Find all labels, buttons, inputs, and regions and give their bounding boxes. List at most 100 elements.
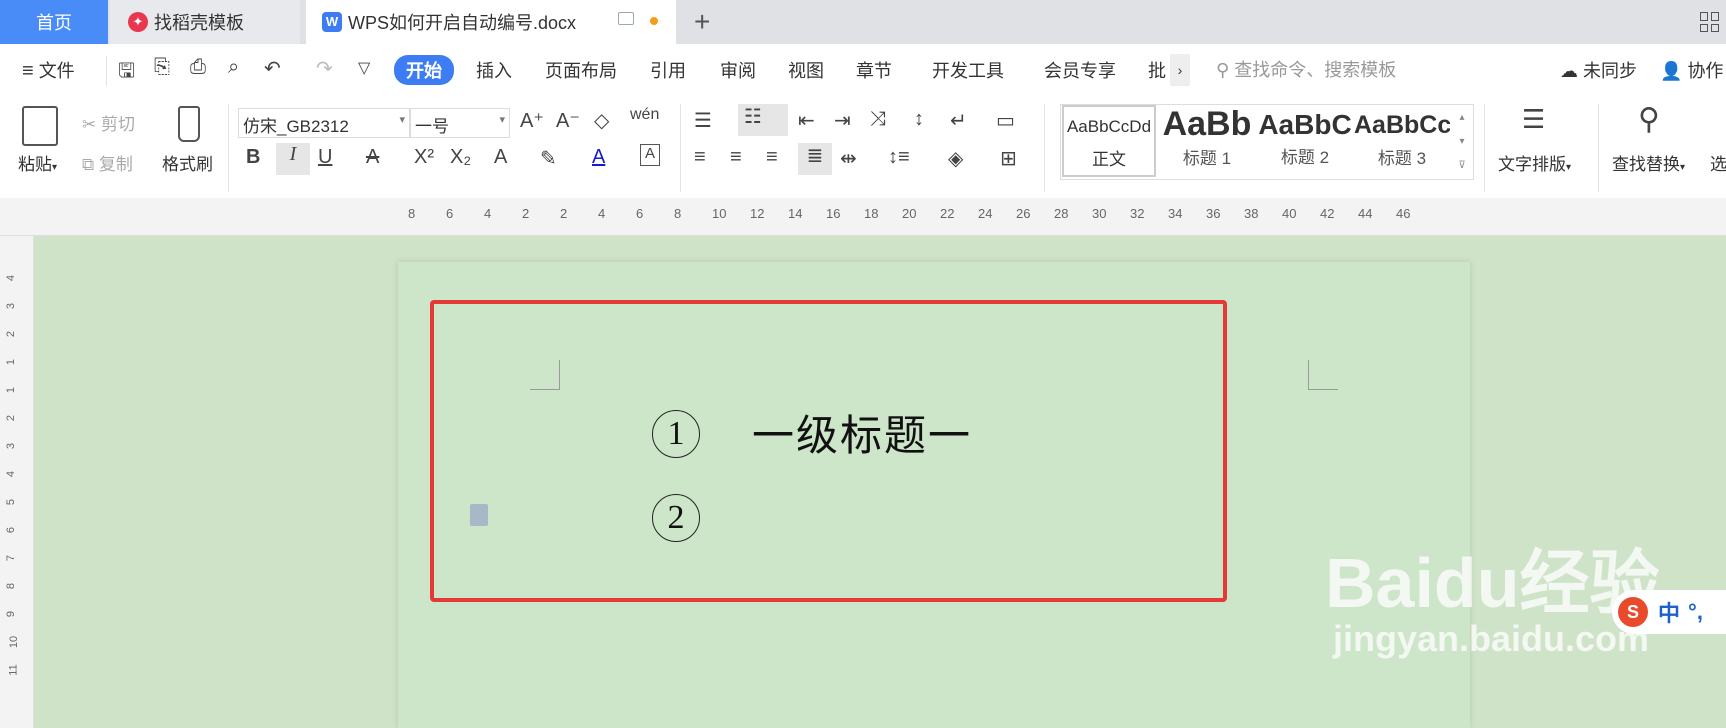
strikethrough-icon[interactable]: A — [366, 146, 379, 169]
watermark-url: jingyan.baidu.com — [1333, 618, 1650, 659]
ruler-tick-label: 26 — [1016, 206, 1031, 221]
copy-icon: ⧉ — [82, 155, 95, 174]
redo-icon[interactable]: ↷ — [316, 56, 333, 81]
shading-icon[interactable]: ◈ — [948, 146, 963, 171]
paste-button[interactable]: 粘贴▾ — [18, 150, 57, 175]
font-name-select[interactable]: 仿宋_GB2312 — [238, 108, 410, 138]
tab-document[interactable]: W WPS如何开启自动编号.docx — [306, 0, 676, 44]
distribute-icon[interactable]: ⇹ — [840, 146, 857, 171]
ruler-tick-label: 4 — [5, 274, 18, 282]
decrease-font-icon[interactable]: A⁻ — [556, 108, 580, 133]
ruler-tick-label: 28 — [1054, 206, 1069, 221]
font-size-select[interactable]: 一号 — [410, 108, 510, 138]
sync-status[interactable]: ☁ 未同步 — [1560, 57, 1637, 83]
menu-member[interactable]: 会员专享 — [1044, 57, 1116, 83]
sort-icon[interactable]: ↕ — [914, 108, 924, 131]
style-normal-preview: AaBbCcDd — [1066, 117, 1152, 136]
copy-button[interactable]: ⧉ 复制 — [82, 150, 133, 175]
screen-icon[interactable] — [618, 12, 634, 25]
numbered-list-icon[interactable]: ☷ — [738, 104, 788, 136]
italic-icon[interactable]: I — [276, 143, 310, 175]
style-heading3[interactable]: AaBbCc 标题 3 — [1354, 105, 1450, 177]
menu-developer[interactable]: 开发工具 — [932, 57, 1004, 83]
subscript-icon[interactable]: X₂ — [450, 146, 471, 169]
menu-more-chevron-icon[interactable]: › — [1170, 54, 1190, 86]
cut-button[interactable]: ✂ 剪切 — [82, 110, 135, 135]
docer-icon: ✦ — [128, 12, 148, 32]
tab-bar: 首页 ✦ 找稻壳模板 W WPS如何开启自动编号.docx + — [0, 0, 1726, 44]
format-painter-button[interactable]: 格式刷 — [162, 150, 213, 175]
tab-template[interactable]: ✦ 找稻壳模板 — [110, 0, 300, 44]
tab-home[interactable]: 首页 — [0, 0, 108, 44]
phonetic-guide-icon[interactable]: wén — [630, 106, 659, 124]
align-center-icon[interactable]: ≡ — [730, 146, 742, 169]
increase-indent-icon[interactable]: ⇥ — [834, 108, 851, 133]
menu-start[interactable]: 开始 — [394, 55, 454, 85]
scissors-icon: ✂ — [82, 115, 97, 134]
horizontal-ruler[interactable]: 8 6 4 2 2 4 6 8 10 12 14 16 18 20 22 24 26 28 30 32 34 36 38 40… — [0, 198, 1726, 236]
select-button[interactable]: 选 — [1710, 150, 1726, 175]
char-border-icon[interactable]: A — [640, 144, 660, 166]
new-tab-plus-icon[interactable]: + — [694, 6, 710, 38]
menu-page-layout[interactable]: 页面布局 — [545, 57, 617, 83]
highlight-icon[interactable]: ✎ — [540, 146, 557, 171]
style-heading2[interactable]: AaBbC 标题 2 — [1258, 105, 1352, 177]
menu-chapter[interactable]: 章节 — [856, 57, 892, 83]
search-icon: ⚲ — [1216, 60, 1230, 80]
styles-scroll-icon[interactable]: ▴ ▾ ⊽ — [1454, 106, 1470, 178]
ruler-tick-label: 6 — [636, 206, 644, 221]
paragraph-layout-icon[interactable] — [470, 504, 488, 526]
command-search[interactable]: ⚲ 查找命令、搜索模板 — [1216, 56, 1396, 82]
decrease-indent-icon[interactable]: ⇤ — [798, 108, 815, 133]
increase-font-icon[interactable]: A⁺ — [520, 108, 544, 133]
customize-dropdown-icon[interactable]: ▽ — [358, 58, 370, 78]
find-replace-button[interactable]: 查找替换▾ — [1612, 150, 1685, 175]
find-replace-icon[interactable]: ⚲ — [1638, 102, 1660, 137]
watermark-logo: Baidu经验 — [1325, 544, 1660, 622]
ime-toolbar[interactable]: S 中 °, — [1612, 590, 1726, 634]
clear-format-icon[interactable]: ◇ — [594, 108, 609, 133]
style-heading3-label: 标题 3 — [1377, 149, 1427, 168]
text-effect-icon[interactable]: A — [494, 146, 507, 169]
text-layout-button[interactable]: 文字排版▾ — [1498, 150, 1571, 175]
heading-text[interactable]: 一级标题一 — [752, 402, 972, 463]
text-layout-icon[interactable]: ☰ — [1522, 104, 1545, 135]
save-icon[interactable]: 🖫 — [118, 56, 135, 90]
borders-icon[interactable]: ⊞ — [1000, 146, 1017, 171]
menu-view[interactable]: 视图 — [788, 57, 824, 83]
line-spacing-icon[interactable]: ↕≡ — [888, 146, 910, 169]
format-painter-icon[interactable] — [178, 106, 200, 142]
chinese-layout-icon[interactable]: ⤨ — [870, 108, 886, 131]
cloud-icon: ☁ — [1560, 61, 1578, 81]
print-icon[interactable]: ⎙ — [190, 56, 206, 79]
menu-references[interactable]: 引用 — [650, 57, 686, 83]
apps-grid-icon[interactable] — [1700, 12, 1720, 32]
ruler-tick-label: 10 — [8, 635, 21, 649]
menu-review[interactable]: 审阅 — [720, 57, 756, 83]
align-left-icon[interactable]: ≡ — [694, 146, 706, 169]
show-marks-icon[interactable]: ↵ — [950, 108, 967, 133]
style-normal[interactable]: AaBbCcDd 正文 — [1062, 105, 1156, 177]
hamburger-icon: ≡ — [22, 60, 34, 82]
ruler-toggle-icon[interactable]: ▭ — [996, 108, 1015, 133]
menu-comment[interactable]: 批 — [1148, 57, 1166, 83]
undo-icon[interactable]: ↶ — [264, 56, 281, 81]
export-pdf-icon[interactable]: ⎘ — [154, 56, 170, 79]
menu-insert[interactable]: 插入 — [476, 57, 512, 83]
print-preview-icon[interactable]: ⌕ — [228, 56, 239, 79]
superscript-icon[interactable]: X² — [414, 146, 434, 169]
style-heading1[interactable]: AaBb 标题 1 — [1160, 105, 1254, 177]
vertical-ruler[interactable]: 4 3 2 1 1 2 3 4 5 6 7 8 9 10 11 — [0, 236, 34, 728]
bullet-list-icon[interactable]: ☰ — [694, 108, 712, 133]
search-placeholder: 查找命令、搜索模板 — [1234, 60, 1397, 80]
collaborate-button[interactable]: 👤 协作 — [1660, 57, 1723, 83]
paste-icon[interactable] — [22, 106, 58, 146]
bold-icon[interactable]: B — [246, 146, 260, 169]
ruler-tick-label: 40 — [1282, 206, 1297, 221]
font-color-icon[interactable]: A — [592, 146, 605, 169]
underline-icon[interactable]: U — [318, 146, 332, 169]
file-menu[interactable]: ≡ 文件 — [22, 57, 75, 83]
align-right-icon[interactable]: ≡ — [766, 146, 778, 169]
ruler-tick-label: 5 — [5, 498, 18, 506]
align-justify-icon[interactable]: ≣ — [798, 143, 832, 175]
